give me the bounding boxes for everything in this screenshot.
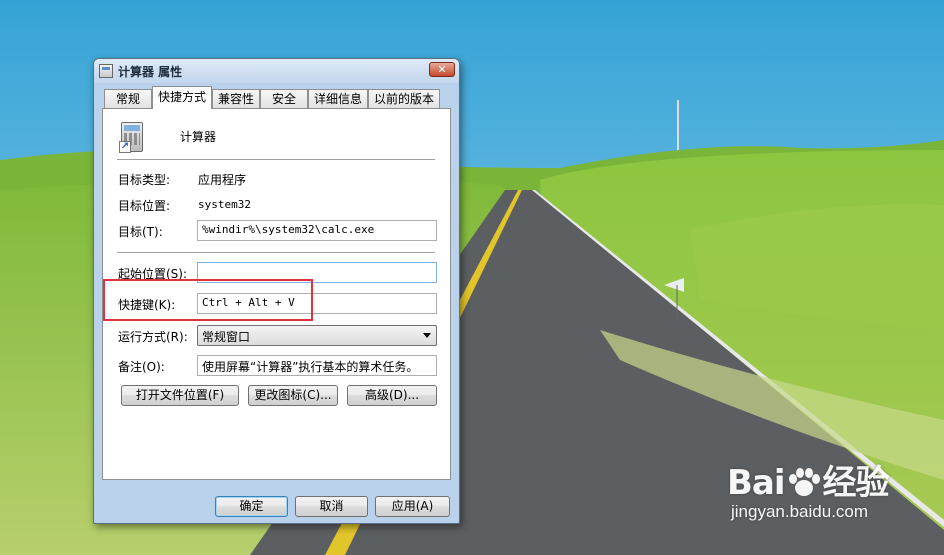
tab-details[interactable]: 详细信息: [308, 89, 368, 108]
run-select-value: 常规窗口: [202, 330, 251, 344]
target-type-value: 应用程序: [198, 173, 247, 187]
cancel-button[interactable]: 取消: [295, 496, 368, 517]
shortcut-properties-icon: [99, 64, 113, 78]
divider: [117, 252, 435, 254]
open-file-location-button[interactable]: 打开文件位置(F): [121, 385, 239, 406]
title-bar[interactable]: 计算器 属性 ✕: [94, 59, 459, 83]
tab-compatibility[interactable]: 兼容性: [212, 89, 260, 108]
annotation-highlight-box: [103, 279, 313, 321]
apply-button[interactable]: 应用(A): [375, 496, 450, 517]
tab-shortcut[interactable]: 快捷方式: [152, 86, 212, 109]
watermark-logo: Bai 经验: [727, 463, 890, 503]
advanced-button[interactable]: 高级(D)...: [347, 385, 437, 406]
watermark-url: jingyan.baidu.com: [731, 502, 869, 521]
change-icon-button[interactable]: 更改图标(C)...: [248, 385, 338, 406]
chevron-down-icon: [423, 333, 431, 338]
comment-field[interactable]: 使用屏幕“计算器”执行基本的算术任务。: [197, 355, 437, 376]
shortcut-arrow-icon: ↗: [119, 141, 131, 153]
close-button[interactable]: ✕: [429, 62, 455, 77]
run-select[interactable]: 常规窗口: [197, 325, 437, 346]
target-label: 目标(T):: [118, 225, 163, 239]
baidu-jingyan-watermark: Bai 经验 jingyan.baidu.com: [727, 455, 890, 522]
shortcut-name: 计算器: [180, 130, 217, 144]
target-field[interactable]: %windir%\system32\calc.exe: [197, 220, 437, 241]
tab-security[interactable]: 安全: [260, 89, 308, 108]
tab-general[interactable]: 常规: [104, 89, 152, 108]
comment-label: 备注(O):: [118, 360, 165, 374]
window-title: 计算器 属性: [118, 65, 183, 79]
target-location-value: system32: [198, 198, 251, 211]
divider: [117, 159, 435, 161]
run-label: 运行方式(R):: [118, 330, 188, 344]
target-type-label: 目标类型:: [118, 173, 171, 187]
target-location-label: 目标位置:: [118, 199, 171, 213]
ok-button[interactable]: 确定: [215, 496, 288, 517]
tab-previous-versions[interactable]: 以前的版本: [368, 89, 440, 108]
paw-icon: [787, 466, 821, 496]
